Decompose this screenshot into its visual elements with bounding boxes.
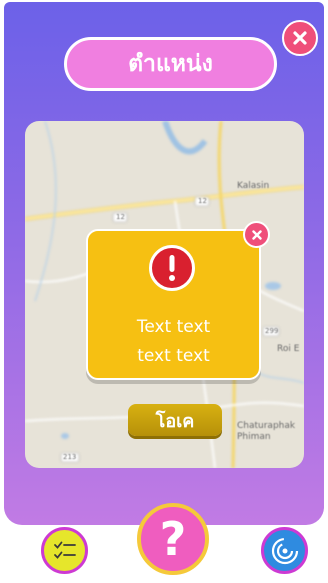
map-label: Kalasin [237,181,270,191]
map-label: 299 [265,327,279,335]
question-mark-icon: ? [159,512,187,566]
page-title: ตำแหน่ง [64,37,277,91]
map-label: Roi E [277,344,300,354]
page-title-text: ตำแหน่ง [128,51,213,77]
exclamation-icon [149,245,195,291]
map-label: 213 [63,453,77,461]
map-label: 12 [198,197,207,205]
radar-tab-button[interactable] [261,527,308,574]
close-screen-button[interactable] [282,20,318,56]
alert-message-line2: text text [137,346,210,366]
radar-icon [271,537,298,564]
map-label: Chaturaphak Phiman [237,421,296,442]
checklist-icon [53,541,76,559]
alert-dialog: Text text text text [86,229,261,380]
close-icon [293,31,307,45]
app-screen: ตำแหน่ง Kalasin 12 12 299 Roi E Chaturap… [0,0,328,583]
close-icon [251,229,262,240]
ok-button[interactable]: โอเค [128,404,222,436]
map-label: 12 [116,213,125,221]
alert-message-line1: Text text [136,317,211,337]
close-alert-button[interactable] [243,221,270,248]
checklist-tab-button[interactable] [41,527,88,574]
help-tab-button[interactable]: ? [137,503,209,575]
